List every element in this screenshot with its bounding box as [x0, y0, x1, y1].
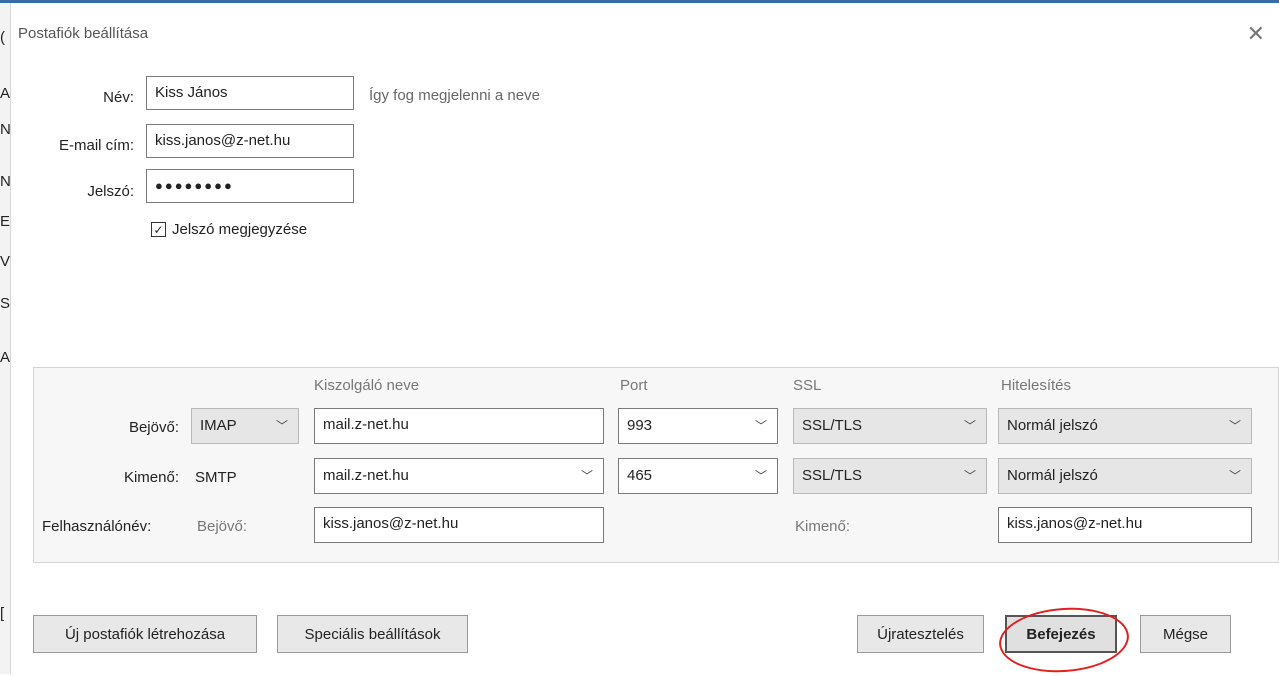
bg-char: [ — [0, 605, 5, 622]
outgoing-ssl-select[interactable]: SSL/TLS ﹀ — [793, 458, 987, 494]
background-window-strip: ( A N N E V S A [ — [0, 3, 11, 674]
incoming-auth-select[interactable]: Normál jelszó ﹀ — [998, 408, 1252, 444]
name-hint: Így fog megjelenni a neve — [369, 87, 540, 104]
bg-char: ( — [0, 29, 5, 46]
outgoing-port-value: 465 — [627, 467, 653, 484]
bg-char: V — [0, 253, 11, 270]
advanced-settings-button[interactable]: Speciális beállítások — [277, 615, 468, 653]
incoming-server-input[interactable]: mail.z-net.hu — [314, 408, 604, 444]
chevron-down-icon: ﹀ — [275, 419, 288, 433]
retest-button[interactable]: Újratesztelés — [857, 615, 984, 653]
username-outgoing-label: Kimenő: — [795, 518, 851, 535]
bg-char: S — [0, 295, 11, 312]
header-port: Port — [620, 377, 648, 394]
incoming-auth-value: Normál jelszó — [1007, 417, 1098, 434]
incoming-port-value: 993 — [627, 417, 653, 434]
remember-password-label: Jelszó megjegyzése — [172, 221, 308, 238]
bg-char: N — [0, 173, 11, 190]
username-label: Felhasználónév: — [42, 518, 152, 535]
bg-char: N — [0, 121, 11, 138]
incoming-ssl-select[interactable]: SSL/TLS ﹀ — [793, 408, 987, 444]
name-label: Név: — [103, 89, 134, 106]
outgoing-server-value: mail.z-net.hu — [323, 467, 409, 484]
chevron-down-icon: ﹀ — [754, 469, 767, 483]
incoming-protocol-value: IMAP — [200, 417, 237, 434]
chevron-down-icon: ﹀ — [1228, 419, 1241, 433]
header-ssl: SSL — [793, 377, 822, 394]
chevron-down-icon: ﹀ — [754, 419, 767, 433]
account-setup-dialog: Postafiók beállítása ✕ Név: Kiss János Í… — [11, 3, 1279, 676]
username-incoming-label: Bejövő: — [197, 518, 248, 535]
header-server-name: Kiszolgáló neve — [314, 377, 420, 394]
bg-char: E — [0, 213, 11, 230]
header-auth: Hitelesítés — [1001, 377, 1072, 394]
chevron-down-icon: ﹀ — [963, 469, 976, 483]
chevron-down-icon: ﹀ — [963, 419, 976, 433]
incoming-ssl-value: SSL/TLS — [802, 417, 863, 434]
username-outgoing-input[interactable]: kiss.janos@z-net.hu — [998, 507, 1252, 543]
incoming-port-select[interactable]: 993 ﹀ — [618, 408, 778, 444]
password-label: Jelszó: — [87, 183, 134, 200]
email-label: E-mail cím: — [59, 137, 134, 154]
outgoing-ssl-value: SSL/TLS — [802, 467, 863, 484]
close-icon[interactable]: ✕ — [1247, 21, 1265, 47]
checkmark-icon: ✓ — [151, 222, 166, 237]
chevron-down-icon: ﹀ — [580, 469, 593, 483]
outgoing-protocol: SMTP — [195, 469, 237, 486]
outgoing-auth-value: Normál jelszó — [1007, 467, 1098, 484]
incoming-protocol-select[interactable]: IMAP ﹀ — [191, 408, 299, 444]
outgoing-port-select[interactable]: 465 ﹀ — [618, 458, 778, 494]
incoming-label: Bejövő: — [128, 419, 179, 436]
outgoing-label: Kimenő: — [123, 469, 179, 486]
username-incoming-input[interactable]: kiss.janos@z-net.hu — [314, 507, 604, 543]
outgoing-auth-select[interactable]: Normál jelszó ﹀ — [998, 458, 1252, 494]
password-input[interactable]: ●●●●●●●● — [146, 169, 354, 203]
name-input[interactable]: Kiss János — [146, 76, 354, 110]
bg-char: A — [0, 349, 11, 366]
cancel-button[interactable]: Mégse — [1140, 615, 1231, 653]
new-account-button[interactable]: Új postafiók létrehozása — [33, 615, 257, 653]
email-input[interactable]: kiss.janos@z-net.hu — [146, 124, 354, 158]
remember-password-checkbox[interactable]: ✓ Jelszó megjegyzése — [151, 221, 307, 238]
chevron-down-icon: ﹀ — [1228, 469, 1241, 483]
bg-char: A — [0, 85, 11, 102]
dialog-title: Postafiók beállítása — [18, 25, 149, 42]
outgoing-server-select[interactable]: mail.z-net.hu ﹀ — [314, 458, 604, 494]
